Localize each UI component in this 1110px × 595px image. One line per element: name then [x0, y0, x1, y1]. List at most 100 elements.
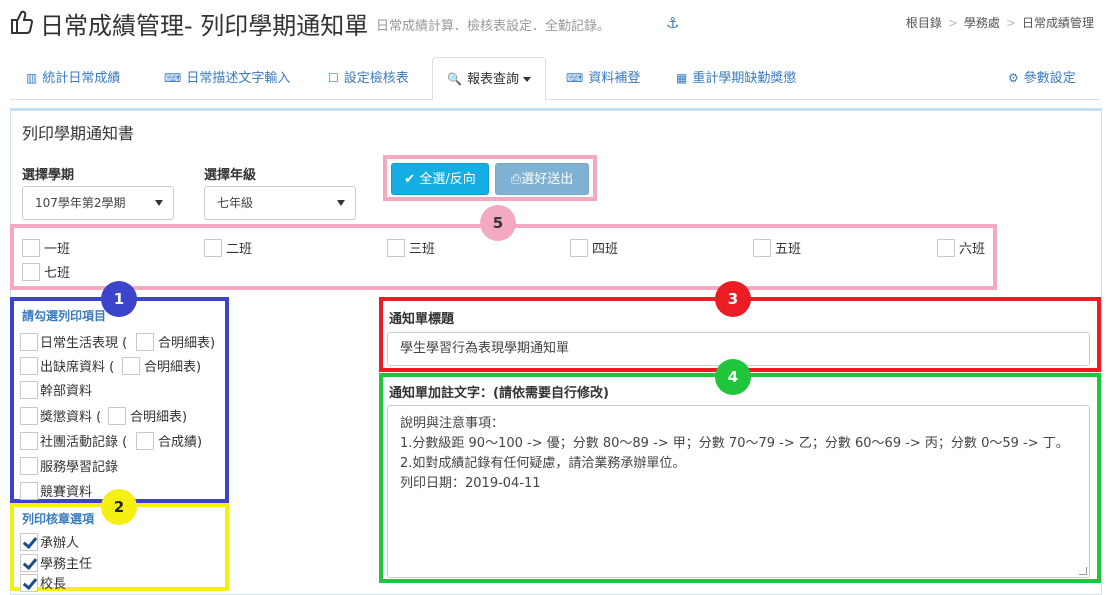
tab-label: 日常描述文字輸入: [186, 71, 291, 86]
class-label-6: 六班: [959, 242, 986, 257]
badge-1: 1: [101, 281, 137, 317]
calculator-icon: ▦: [676, 71, 688, 85]
tab-checklist-settings[interactable]: ☐ 設定檢核表: [328, 57, 409, 100]
badge-3: 3: [715, 281, 751, 317]
print-item-label: 日常生活表現 (: [40, 336, 128, 351]
class-checkbox-5[interactable]: [753, 239, 771, 257]
print-item-label: 獎懲資料 (: [40, 410, 102, 425]
gear-icon: ⚙: [1008, 71, 1019, 85]
stamp-checkbox-director[interactable]: [20, 554, 38, 572]
class-checkbox-7[interactable]: [22, 263, 40, 281]
check-icon: ✔: [404, 172, 416, 187]
select-all-button[interactable]: ✔ 全選/反向: [391, 163, 489, 195]
print-item-sub-label: 合明細表): [130, 410, 188, 425]
select-all-label: 全選/反向: [419, 172, 476, 187]
notice-note-line: 列印日期：2019-04-11: [400, 476, 541, 491]
semester-label: 選擇學期: [22, 168, 75, 183]
search-icon: 🔍: [447, 72, 462, 86]
tab-data-supplement[interactable]: ⌨ 資料補登: [566, 57, 640, 100]
tab-label: 重計學期缺勤獎懲: [692, 71, 797, 86]
tab-label: 報表查詢: [466, 72, 519, 87]
print-icon: ⎙: [510, 172, 522, 187]
print-item-checkbox-cadre[interactable]: [20, 381, 38, 399]
semester-value: 107學年第2學期: [35, 196, 126, 210]
tab-daily-score-stats[interactable]: ▥ 統計日常成績: [26, 57, 120, 100]
tab-label: 統計日常成績: [42, 71, 121, 86]
bar-chart-icon: ▥: [26, 71, 38, 85]
print-item-label: 幹部資料: [40, 384, 93, 399]
print-item-checkbox-attendance[interactable]: [20, 357, 38, 375]
print-item-label: 社團活動記錄 (: [40, 435, 128, 450]
tab-label: 設定檢核表: [343, 71, 409, 86]
stamp-label: 學務主任: [40, 557, 93, 572]
thumbs-up-icon: [11, 10, 34, 34]
tab-label: 資料補登: [588, 71, 641, 86]
badge-2: 2: [101, 489, 137, 525]
semester-select[interactable]: 107學年第2學期: [22, 186, 174, 220]
class-label-1: 一班: [44, 242, 71, 257]
print-item-detail-checkbox-daily-life[interactable]: [136, 333, 154, 351]
page-title: 日常成績管理- 列印學期通知單: [40, 12, 369, 40]
keyboard-icon: ⌨: [566, 71, 584, 85]
print-item-sub-label: 合成績): [158, 435, 203, 450]
tab-label: 參數設定: [1023, 71, 1076, 86]
breadcrumb-item-current: 日常成績管理: [1021, 16, 1094, 30]
stamp-options-heading: 列印核章選項: [22, 512, 95, 526]
caret-down-icon: [522, 77, 531, 82]
print-item-checkbox-club[interactable]: [20, 432, 38, 450]
grade-label: 選擇年級: [204, 168, 257, 183]
print-item-label: 服務學習記錄: [40, 460, 119, 475]
resize-grip-icon[interactable]: [1079, 567, 1087, 575]
tab-parameter-settings[interactable]: ⚙ 參數設定: [1008, 57, 1076, 100]
notice-note-line: 1.分數級距 90～100 -> 優；分數 80～89 -> 甲；分數 70～7…: [400, 436, 1069, 451]
panel-title: 列印學期通知書: [22, 124, 135, 143]
badge-5: 5: [480, 205, 516, 241]
submit-button[interactable]: ⎙選好送出: [495, 163, 589, 195]
dropdown-arrow-icon: [337, 200, 345, 206]
class-label-3: 三班: [409, 242, 436, 257]
print-item-checkbox-competition[interactable]: [20, 482, 38, 500]
stamp-label: 校長: [40, 577, 67, 592]
print-item-label: 出缺席資料 (: [40, 360, 115, 375]
breadcrumb: 根目錄 > 學務處 > 日常成績管理: [905, 16, 1094, 30]
grade-value: 七年級: [217, 196, 254, 210]
keyboard-icon: ⌨: [164, 71, 182, 85]
stamp-checkbox-handler[interactable]: [20, 533, 38, 551]
stamp-checkbox-principal[interactable]: [20, 574, 38, 592]
stamp-label: 承辦人: [40, 536, 80, 551]
print-item-detail-checkbox-club[interactable]: [136, 432, 154, 450]
tab-report-query[interactable]: 🔍 報表查詢: [432, 57, 546, 101]
class-label-5: 五班: [775, 242, 802, 257]
breadcrumb-item-root[interactable]: 根目錄: [906, 16, 942, 30]
print-item-sub-label: 合明細表): [158, 336, 216, 351]
print-item-checkbox-rewards[interactable]: [20, 407, 38, 425]
grade-select[interactable]: 七年級: [204, 186, 356, 220]
class-checkbox-1[interactable]: [22, 239, 40, 257]
notice-note-label: 通知單加註文字：(請依需要自行修改): [389, 386, 609, 401]
print-item-sub-label: 合明細表): [144, 360, 202, 375]
class-checkbox-2[interactable]: [204, 239, 222, 257]
class-label-7: 七班: [44, 266, 71, 281]
class-label-4: 四班: [592, 242, 619, 257]
class-checkbox-3[interactable]: [387, 239, 405, 257]
print-item-label: 競賽資料: [40, 485, 93, 500]
notice-note-line: 說明與注意事項：: [400, 416, 505, 431]
notice-title-label: 通知單標題: [389, 312, 455, 327]
print-item-detail-checkbox-attendance[interactable]: [122, 357, 140, 375]
submit-label: 選好送出: [521, 172, 574, 187]
notice-note-line: 2.如對成績記錄有任何疑慮，請洽業務承辦單位。: [400, 456, 686, 471]
class-checkbox-6[interactable]: [937, 239, 955, 257]
tab-bar: ▥ 統計日常成績 ⌨ 日常描述文字輸入 ☐ 設定檢核表 🔍 報表查詢 ⌨ 資料補登 ▦ 重計…: [10, 57, 1100, 101]
tab-recalc-attendance[interactable]: ▦ 重計學期缺勤獎懲: [676, 57, 796, 100]
dropdown-arrow-icon: [155, 200, 163, 206]
breadcrumb-item-student-affairs[interactable]: 學務處: [964, 16, 1000, 30]
page-subtitle: 日常成績計算．檢核表設定．全勤記錄。: [376, 19, 611, 34]
notice-note-textarea[interactable]: 說明與注意事項： 1.分數級距 90～100 -> 優；分數 80～89 -> …: [387, 405, 1090, 578]
anchor-icon[interactable]: ⚓: [666, 14, 679, 32]
badge-4: 4: [715, 359, 751, 395]
print-item-checkbox-service[interactable]: [20, 457, 38, 475]
tab-daily-text-input[interactable]: ⌨ 日常描述文字輸入: [164, 57, 290, 100]
print-item-detail-checkbox-rewards[interactable]: [108, 407, 126, 425]
print-item-checkbox-daily-life[interactable]: [20, 333, 38, 351]
class-checkbox-4[interactable]: [570, 239, 588, 257]
